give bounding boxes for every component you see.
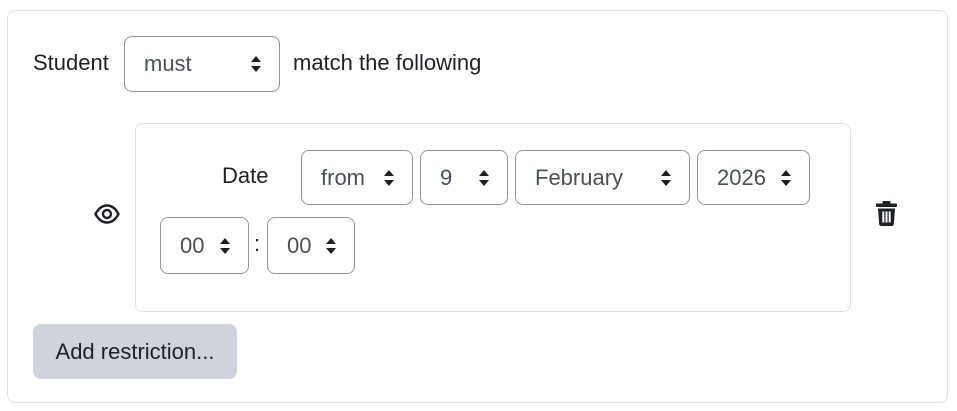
- month-select[interactable]: February: [515, 150, 690, 205]
- student-label: Student: [33, 50, 109, 75]
- select-arrows-icon: [661, 169, 671, 186]
- day-value: 9: [440, 164, 453, 190]
- date-label: Date: [222, 163, 269, 188]
- eye-icon[interactable]: [94, 203, 120, 225]
- year-value: 2026: [717, 164, 766, 190]
- add-restriction-label: Add restriction...: [55, 338, 215, 364]
- match-mode-select[interactable]: must: [124, 36, 280, 92]
- match-following-label: match the following: [293, 50, 482, 75]
- trash-icon[interactable]: [876, 201, 897, 226]
- minute-value: 00: [287, 232, 312, 258]
- day-select[interactable]: 9: [420, 150, 508, 205]
- select-arrows-icon: [384, 169, 394, 186]
- select-arrows-icon: [220, 237, 230, 254]
- date-direction-value: from: [321, 164, 365, 190]
- select-arrows-icon: [781, 169, 791, 186]
- match-mode-value: must: [144, 51, 192, 76]
- minute-select[interactable]: 00: [267, 217, 355, 274]
- year-select[interactable]: 2026: [697, 150, 810, 205]
- select-arrows-icon: [479, 169, 489, 186]
- hour-value: 00: [180, 232, 205, 258]
- add-restriction-button[interactable]: Add restriction...: [33, 324, 237, 379]
- select-arrows-icon: [251, 56, 261, 72]
- hour-select[interactable]: 00: [160, 217, 249, 274]
- select-arrows-icon: [326, 237, 336, 254]
- time-separator: :: [254, 231, 261, 256]
- month-value: February: [535, 164, 624, 190]
- date-direction-select[interactable]: from: [301, 150, 413, 205]
